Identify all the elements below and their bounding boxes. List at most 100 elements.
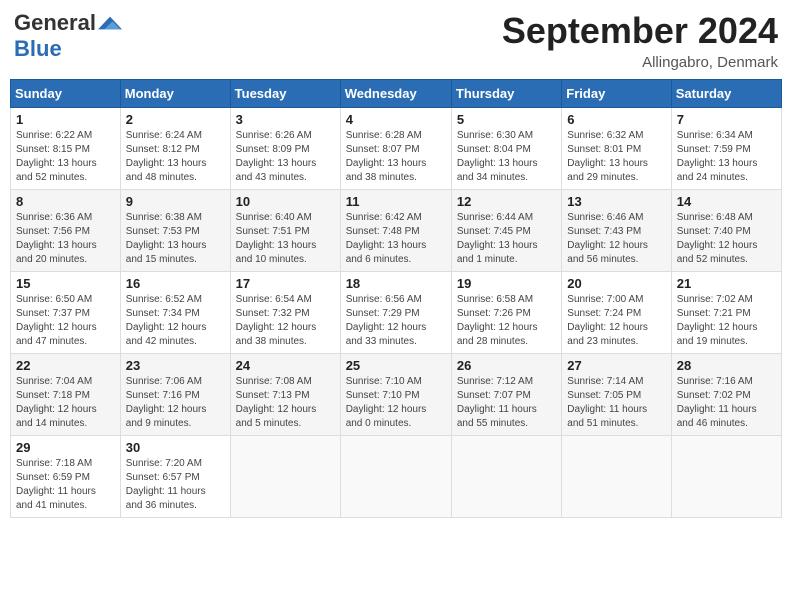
day-number: 16 <box>126 276 225 291</box>
calendar-week-3: 15 Sunrise: 6:50 AM Sunset: 7:37 PM Dayli… <box>11 272 782 354</box>
day-info: Sunrise: 6:38 AM Sunset: 7:53 PM Dayligh… <box>126 211 225 267</box>
day-number: 26 <box>457 358 556 373</box>
day-info: Sunrise: 7:12 AM Sunset: 7:07 PM Dayligh… <box>457 375 556 431</box>
title-block: September 2024 Allingabro, Denmark <box>502 10 778 71</box>
calendar-cell: 15 Sunrise: 6:50 AM Sunset: 7:37 PM Dayli… <box>11 272 121 354</box>
day-info: Sunrise: 7:04 AM Sunset: 7:18 PM Dayligh… <box>16 375 115 431</box>
calendar-header-monday: Monday <box>120 80 230 108</box>
calendar-cell: 7 Sunrise: 6:34 AM Sunset: 7:59 PM Daylig… <box>671 108 781 190</box>
calendar-cell: 23 Sunrise: 7:06 AM Sunset: 7:16 PM Dayli… <box>120 354 230 436</box>
day-info: Sunrise: 7:08 AM Sunset: 7:13 PM Dayligh… <box>236 375 335 431</box>
calendar-cell: 21 Sunrise: 7:02 AM Sunset: 7:21 PM Dayli… <box>671 272 781 354</box>
month-title: September 2024 <box>502 10 778 52</box>
day-info: Sunrise: 7:18 AM Sunset: 6:59 PM Dayligh… <box>16 457 115 513</box>
calendar-cell: 20 Sunrise: 7:00 AM Sunset: 7:24 PM Dayli… <box>562 272 671 354</box>
calendar-cell: 18 Sunrise: 6:56 AM Sunset: 7:29 PM Dayli… <box>340 272 451 354</box>
day-number: 4 <box>346 112 446 127</box>
day-number: 9 <box>126 194 225 209</box>
calendar-header-saturday: Saturday <box>671 80 781 108</box>
calendar-header-wednesday: Wednesday <box>340 80 451 108</box>
day-number: 11 <box>346 194 446 209</box>
calendar-week-5: 29Sunrise: 7:18 AM Sunset: 6:59 PM Dayli… <box>11 436 782 518</box>
calendar-cell: 30 Sunrise: 7:20 AM Sunset: 6:57 PM Dayli… <box>120 436 230 518</box>
day-info: Sunrise: 7:16 AM Sunset: 7:02 PM Dayligh… <box>677 375 776 431</box>
calendar-cell: 14 Sunrise: 6:48 AM Sunset: 7:40 PM Dayli… <box>671 190 781 272</box>
day-number: 10 <box>236 194 335 209</box>
calendar-cell <box>230 436 340 518</box>
calendar-cell: 10 Sunrise: 6:40 AM Sunset: 7:51 PM Dayli… <box>230 190 340 272</box>
calendar-header-tuesday: Tuesday <box>230 80 340 108</box>
logo: General Blue <box>14 10 122 62</box>
calendar-cell <box>340 436 451 518</box>
calendar-cell: 9 Sunrise: 6:38 AM Sunset: 7:53 PM Daylig… <box>120 190 230 272</box>
calendar-cell: 19Sunrise: 6:58 AM Sunset: 7:26 PM Dayli… <box>451 272 561 354</box>
logo-general-text: General <box>14 10 96 36</box>
day-info: Sunrise: 6:54 AM Sunset: 7:32 PM Dayligh… <box>236 293 335 349</box>
calendar-cell: 1 Sunrise: 6:22 AM Sunset: 8:15 PM Daylig… <box>11 108 121 190</box>
day-number: 7 <box>677 112 776 127</box>
day-number: 21 <box>677 276 776 291</box>
day-number: 24 <box>236 358 335 373</box>
day-number: 5 <box>457 112 556 127</box>
calendar-cell <box>562 436 671 518</box>
calendar-cell: 6Sunrise: 6:32 AM Sunset: 8:01 PM Daylig… <box>562 108 671 190</box>
calendar-body: 1 Sunrise: 6:22 AM Sunset: 8:15 PM Daylig… <box>11 108 782 518</box>
calendar-cell: 26 Sunrise: 7:12 AM Sunset: 7:07 PM Dayli… <box>451 354 561 436</box>
day-info: Sunrise: 6:24 AM Sunset: 8:12 PM Dayligh… <box>126 129 225 185</box>
day-info: Sunrise: 6:34 AM Sunset: 7:59 PM Dayligh… <box>677 129 776 185</box>
calendar-cell: 17 Sunrise: 6:54 AM Sunset: 7:32 PM Dayli… <box>230 272 340 354</box>
day-info: Sunrise: 7:02 AM Sunset: 7:21 PM Dayligh… <box>677 293 776 349</box>
calendar-cell: 25Sunrise: 7:10 AM Sunset: 7:10 PM Dayli… <box>340 354 451 436</box>
day-info: Sunrise: 6:26 AM Sunset: 8:09 PM Dayligh… <box>236 129 335 185</box>
day-info: Sunrise: 6:52 AM Sunset: 7:34 PM Dayligh… <box>126 293 225 349</box>
calendar-cell: 24 Sunrise: 7:08 AM Sunset: 7:13 PM Dayli… <box>230 354 340 436</box>
day-info: Sunrise: 7:14 AM Sunset: 7:05 PM Dayligh… <box>567 375 665 431</box>
day-number: 1 <box>16 112 115 127</box>
day-info: Sunrise: 6:30 AM Sunset: 8:04 PM Dayligh… <box>457 129 556 185</box>
day-info: Sunrise: 7:00 AM Sunset: 7:24 PM Dayligh… <box>567 293 665 349</box>
day-number: 30 <box>126 440 225 455</box>
day-number: 17 <box>236 276 335 291</box>
calendar-cell: 12Sunrise: 6:44 AM Sunset: 7:45 PM Dayli… <box>451 190 561 272</box>
day-info: Sunrise: 6:28 AM Sunset: 8:07 PM Dayligh… <box>346 129 446 185</box>
day-number: 27 <box>567 358 665 373</box>
calendar-cell: 11 Sunrise: 6:42 AM Sunset: 7:48 PM Dayli… <box>340 190 451 272</box>
day-info: Sunrise: 7:06 AM Sunset: 7:16 PM Dayligh… <box>126 375 225 431</box>
calendar-cell: 2 Sunrise: 6:24 AM Sunset: 8:12 PM Daylig… <box>120 108 230 190</box>
calendar-cell: 29Sunrise: 7:18 AM Sunset: 6:59 PM Dayli… <box>11 436 121 518</box>
calendar-cell: 16 Sunrise: 6:52 AM Sunset: 7:34 PM Dayli… <box>120 272 230 354</box>
day-number: 13 <box>567 194 665 209</box>
day-number: 8 <box>16 194 115 209</box>
calendar-cell <box>451 436 561 518</box>
day-info: Sunrise: 6:46 AM Sunset: 7:43 PM Dayligh… <box>567 211 665 267</box>
day-info: Sunrise: 6:42 AM Sunset: 7:48 PM Dayligh… <box>346 211 446 267</box>
page-header: General Blue September 2024 Allingabro, … <box>10 10 782 71</box>
day-number: 28 <box>677 358 776 373</box>
calendar-header-row: SundayMondayTuesdayWednesdayThursdayFrid… <box>11 80 782 108</box>
calendar-week-1: 1 Sunrise: 6:22 AM Sunset: 8:15 PM Daylig… <box>11 108 782 190</box>
calendar-header-sunday: Sunday <box>11 80 121 108</box>
day-info: Sunrise: 6:50 AM Sunset: 7:37 PM Dayligh… <box>16 293 115 349</box>
day-number: 14 <box>677 194 776 209</box>
day-number: 3 <box>236 112 335 127</box>
day-info: Sunrise: 6:22 AM Sunset: 8:15 PM Dayligh… <box>16 129 115 185</box>
day-number: 25 <box>346 358 446 373</box>
day-number: 15 <box>16 276 115 291</box>
day-info: Sunrise: 6:48 AM Sunset: 7:40 PM Dayligh… <box>677 211 776 267</box>
calendar-week-2: 8Sunrise: 6:36 AM Sunset: 7:56 PM Daylig… <box>11 190 782 272</box>
day-number: 18 <box>346 276 446 291</box>
calendar-header-thursday: Thursday <box>451 80 561 108</box>
day-number: 12 <box>457 194 556 209</box>
calendar-cell: 13 Sunrise: 6:46 AM Sunset: 7:43 PM Dayli… <box>562 190 671 272</box>
day-number: 20 <box>567 276 665 291</box>
logo-blue-text: Blue <box>14 36 62 61</box>
day-info: Sunrise: 7:20 AM Sunset: 6:57 PM Dayligh… <box>126 457 225 513</box>
day-info: Sunrise: 6:40 AM Sunset: 7:51 PM Dayligh… <box>236 211 335 267</box>
calendar-cell: 22Sunrise: 7:04 AM Sunset: 7:18 PM Dayli… <box>11 354 121 436</box>
day-number: 23 <box>126 358 225 373</box>
location: Allingabro, Denmark <box>502 54 778 71</box>
day-info: Sunrise: 6:56 AM Sunset: 7:29 PM Dayligh… <box>346 293 446 349</box>
calendar-cell <box>671 436 781 518</box>
day-number: 2 <box>126 112 225 127</box>
day-info: Sunrise: 6:58 AM Sunset: 7:26 PM Dayligh… <box>457 293 556 349</box>
